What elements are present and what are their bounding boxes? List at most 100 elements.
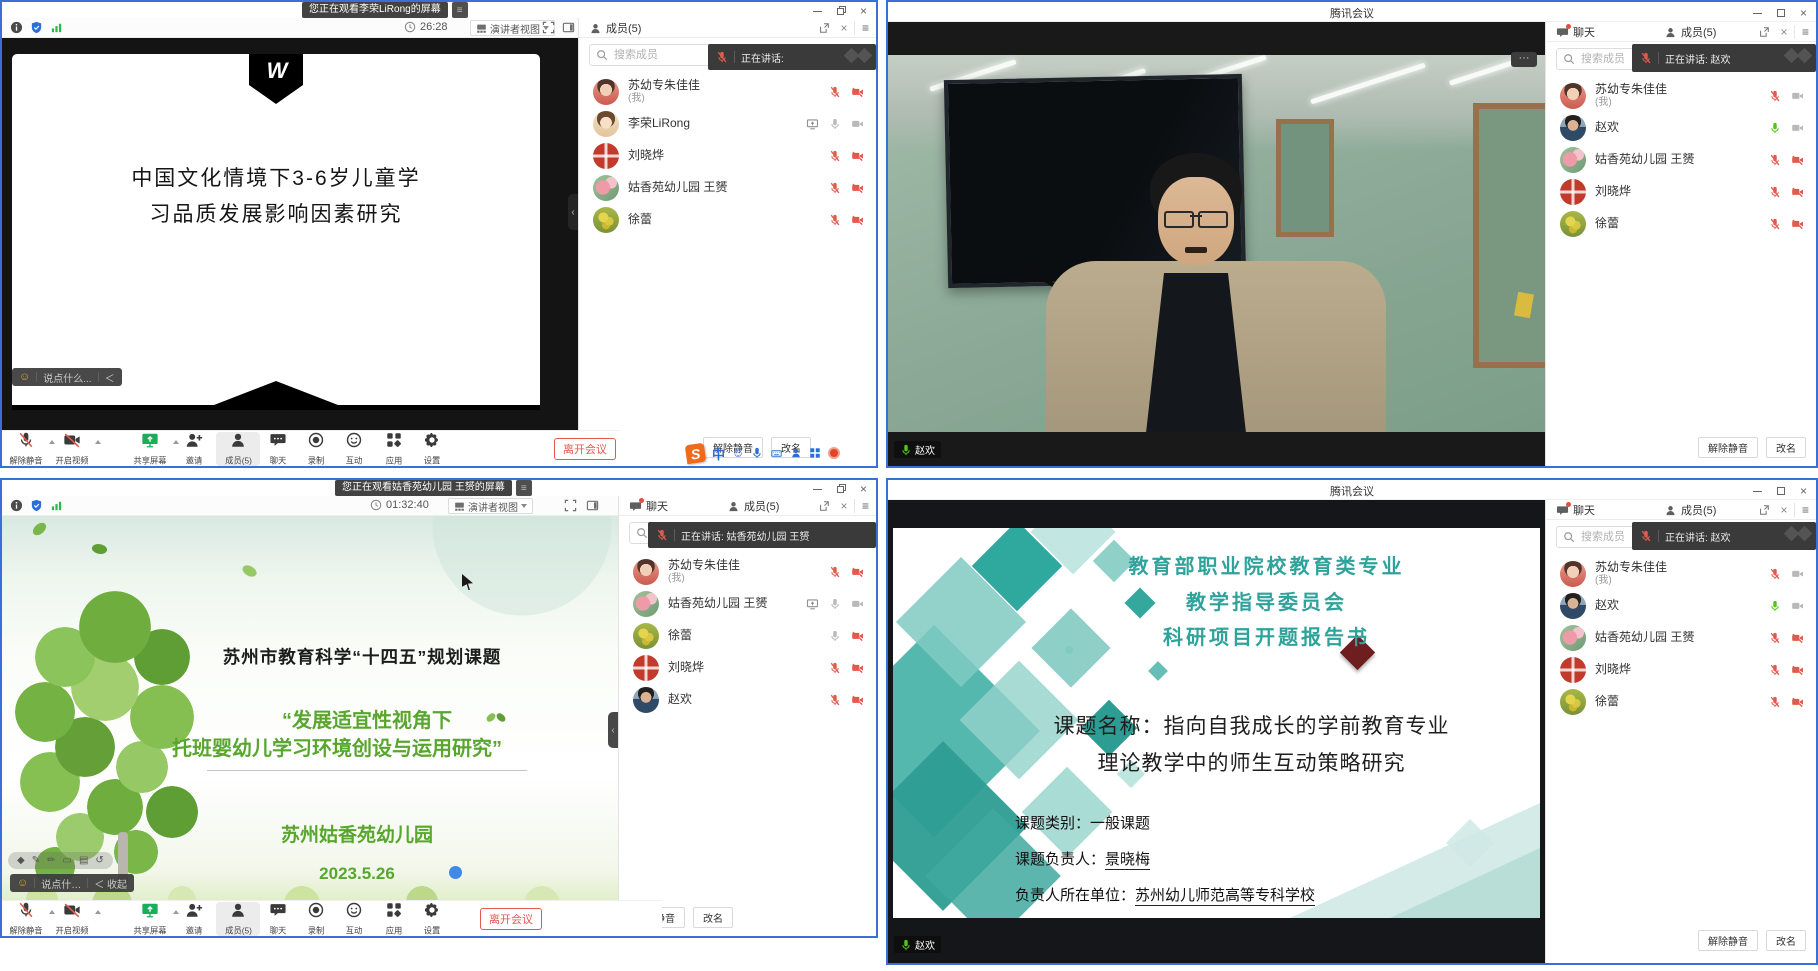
network-signal-icon[interactable]	[50, 499, 63, 512]
toolbar-unmute[interactable]: 解除静音	[4, 902, 48, 936]
layout-toggle-icon[interactable]	[586, 499, 599, 512]
member-row[interactable]: 徐蕾	[1546, 686, 1816, 718]
close-icon[interactable]: ×	[857, 5, 870, 18]
toolbar-start-video[interactable]: 开启视频	[50, 432, 94, 466]
member-row[interactable]: 赵欢	[619, 684, 876, 716]
ime-mode-label[interactable]: 中	[712, 444, 725, 463]
info-icon[interactable]	[10, 21, 23, 34]
chevron-up-icon[interactable]	[95, 440, 101, 444]
close-icon[interactable]: ×	[857, 483, 870, 496]
restore-icon[interactable]	[834, 483, 847, 496]
tab-chat[interactable]: 聊天	[1556, 500, 1595, 520]
member-row[interactable]: 徐蕾	[1546, 208, 1816, 240]
toolbar-unmute[interactable]: 解除静音	[4, 432, 48, 466]
sogou-logo-icon[interactable]: S	[685, 442, 706, 463]
fullscreen-icon[interactable]	[542, 21, 555, 34]
member-row[interactable]: 苏幼专朱佳佳(我)	[1546, 80, 1816, 112]
panel-menu-icon[interactable]: ≡	[1794, 503, 1816, 517]
ime-status-icon[interactable]	[828, 447, 840, 459]
member-row[interactable]: 姑香苑幼儿园 王赟	[1546, 144, 1816, 176]
maximize-icon[interactable]	[1774, 485, 1787, 498]
tab-chat[interactable]: 聊天	[629, 496, 668, 516]
member-row[interactable]: 苏幼专朱佳佳(我)	[579, 76, 876, 108]
emoji-icon[interactable]: ☺	[19, 372, 30, 383]
danmaku-placeholder[interactable]: 说点什么...	[43, 370, 91, 385]
member-row[interactable]: 刘晓烨	[1546, 176, 1816, 208]
ime-skin-icon[interactable]	[790, 447, 802, 459]
unmute-button[interactable]: 解除静音	[1698, 437, 1758, 458]
member-row[interactable]: 刘晓烨	[579, 140, 876, 172]
member-row[interactable]: 赵欢	[1546, 112, 1816, 144]
toolbar-invite[interactable]: 邀请	[172, 432, 216, 466]
member-row[interactable]: 刘晓烨	[619, 652, 876, 684]
toolbar-interact[interactable]: 互动	[332, 902, 376, 936]
annotation-toolbar[interactable]: ◆ ✎ ✏ ▭ ▤ ↺	[8, 852, 113, 869]
popout-panel-icon[interactable]	[814, 500, 834, 512]
titlebar[interactable]: 腾讯会议 ×	[888, 480, 1816, 500]
toolbar-members[interactable]: 成员(5)	[216, 432, 260, 466]
tab-chat[interactable]: 聊天	[1556, 22, 1595, 42]
toolbar-members[interactable]: 成员(5)	[216, 902, 260, 936]
titlebar[interactable]: 腾讯会议 ×	[888, 2, 1816, 22]
ime-keyboard-icon[interactable]	[770, 448, 783, 459]
minimize-icon[interactable]	[811, 483, 824, 496]
pen-icon[interactable]: ✎	[32, 855, 40, 866]
popout-panel-icon[interactable]	[814, 22, 834, 34]
panel-menu-icon[interactable]: ≡	[854, 21, 876, 35]
member-row[interactable]: 姑香苑幼儿园 王赟	[1546, 622, 1816, 654]
close-panel-icon[interactable]: ×	[834, 21, 854, 35]
leave-meeting-button[interactable]: 离开会议	[554, 438, 616, 460]
tab-members[interactable]: 成员(5)	[589, 18, 641, 38]
popout-panel-icon[interactable]	[1754, 26, 1774, 38]
fullscreen-icon[interactable]	[564, 499, 577, 512]
close-icon[interactable]: ×	[1797, 7, 1810, 20]
toolbar-interact[interactable]: 互动	[332, 432, 376, 466]
panel-collapse-handle[interactable]: ‹	[608, 712, 618, 748]
security-shield-icon[interactable]	[30, 21, 43, 34]
member-row[interactable]: 姑香苑幼儿园 王赟	[579, 172, 876, 204]
toolbar-settings[interactable]: 设置	[410, 902, 454, 936]
member-row[interactable]: 赵欢	[1546, 590, 1816, 622]
security-shield-icon[interactable]	[30, 499, 43, 512]
danmaku-input-pill[interactable]: ☺ 说点什… ＜ 收起	[10, 874, 134, 892]
ime-toolbox-icon[interactable]	[809, 447, 821, 459]
laser-pointer-icon[interactable]: ◆	[17, 855, 25, 866]
ime-emoji-icon[interactable]: ☺	[732, 446, 744, 460]
panel-menu-icon[interactable]: ≡	[1794, 25, 1816, 39]
close-panel-icon[interactable]: ×	[834, 499, 854, 513]
chevron-up-icon[interactable]	[95, 910, 101, 914]
danmaku-placeholder[interactable]: 说点什…	[41, 876, 81, 891]
toolbar-share-screen[interactable]: 共享屏幕	[128, 902, 172, 936]
tab-members[interactable]: 成员(5)	[727, 496, 779, 516]
restore-icon[interactable]	[834, 5, 847, 18]
banner-menu-icon[interactable]: ≡	[516, 480, 532, 496]
toolbar-start-video[interactable]: 开启视频	[50, 902, 94, 936]
close-icon[interactable]: ×	[1797, 485, 1810, 498]
close-panel-icon[interactable]: ×	[1774, 25, 1794, 39]
layout-toggle-icon[interactable]	[562, 21, 575, 34]
unmute-button[interactable]: 解除静音	[1698, 930, 1758, 951]
tab-members[interactable]: 成员(5)	[1664, 22, 1716, 42]
member-row[interactable]: 李荣LiRong	[579, 108, 876, 140]
tab-members[interactable]: 成员(5)	[1664, 500, 1716, 520]
member-row[interactable]: 徐蕾	[579, 204, 876, 236]
undo-icon[interactable]: ↺	[95, 855, 103, 866]
member-row[interactable]: 苏幼专朱佳佳(我)	[619, 556, 876, 588]
rename-button[interactable]: 改名	[693, 907, 733, 928]
panel-collapse-handle[interactable]: ‹	[568, 194, 578, 230]
toolbar-invite[interactable]: 邀请	[172, 902, 216, 936]
danmaku-input-pill[interactable]: ☺ 说点什么... ＜	[12, 368, 122, 386]
member-row[interactable]: 苏幼专朱佳佳(我)	[1546, 558, 1816, 590]
minimize-icon[interactable]	[1751, 485, 1764, 498]
leave-meeting-button[interactable]: 离开会议	[480, 908, 542, 930]
toolbar-share-screen[interactable]: 共享屏幕	[128, 432, 172, 466]
rename-button[interactable]: 改名	[1766, 930, 1806, 951]
member-row[interactable]: 刘晓烨	[1546, 654, 1816, 686]
collapse-pill-icon[interactable]: ＜ 收起	[94, 876, 127, 891]
collapse-pill-icon[interactable]: ＜	[105, 370, 115, 385]
panel-menu-icon[interactable]: ≡	[854, 499, 876, 513]
sogou-ime-bar[interactable]: S 中 ☺	[686, 443, 840, 463]
popout-panel-icon[interactable]	[1754, 504, 1774, 516]
banner-menu-icon[interactable]: ≡	[452, 2, 468, 18]
minimize-icon[interactable]	[1751, 7, 1764, 20]
